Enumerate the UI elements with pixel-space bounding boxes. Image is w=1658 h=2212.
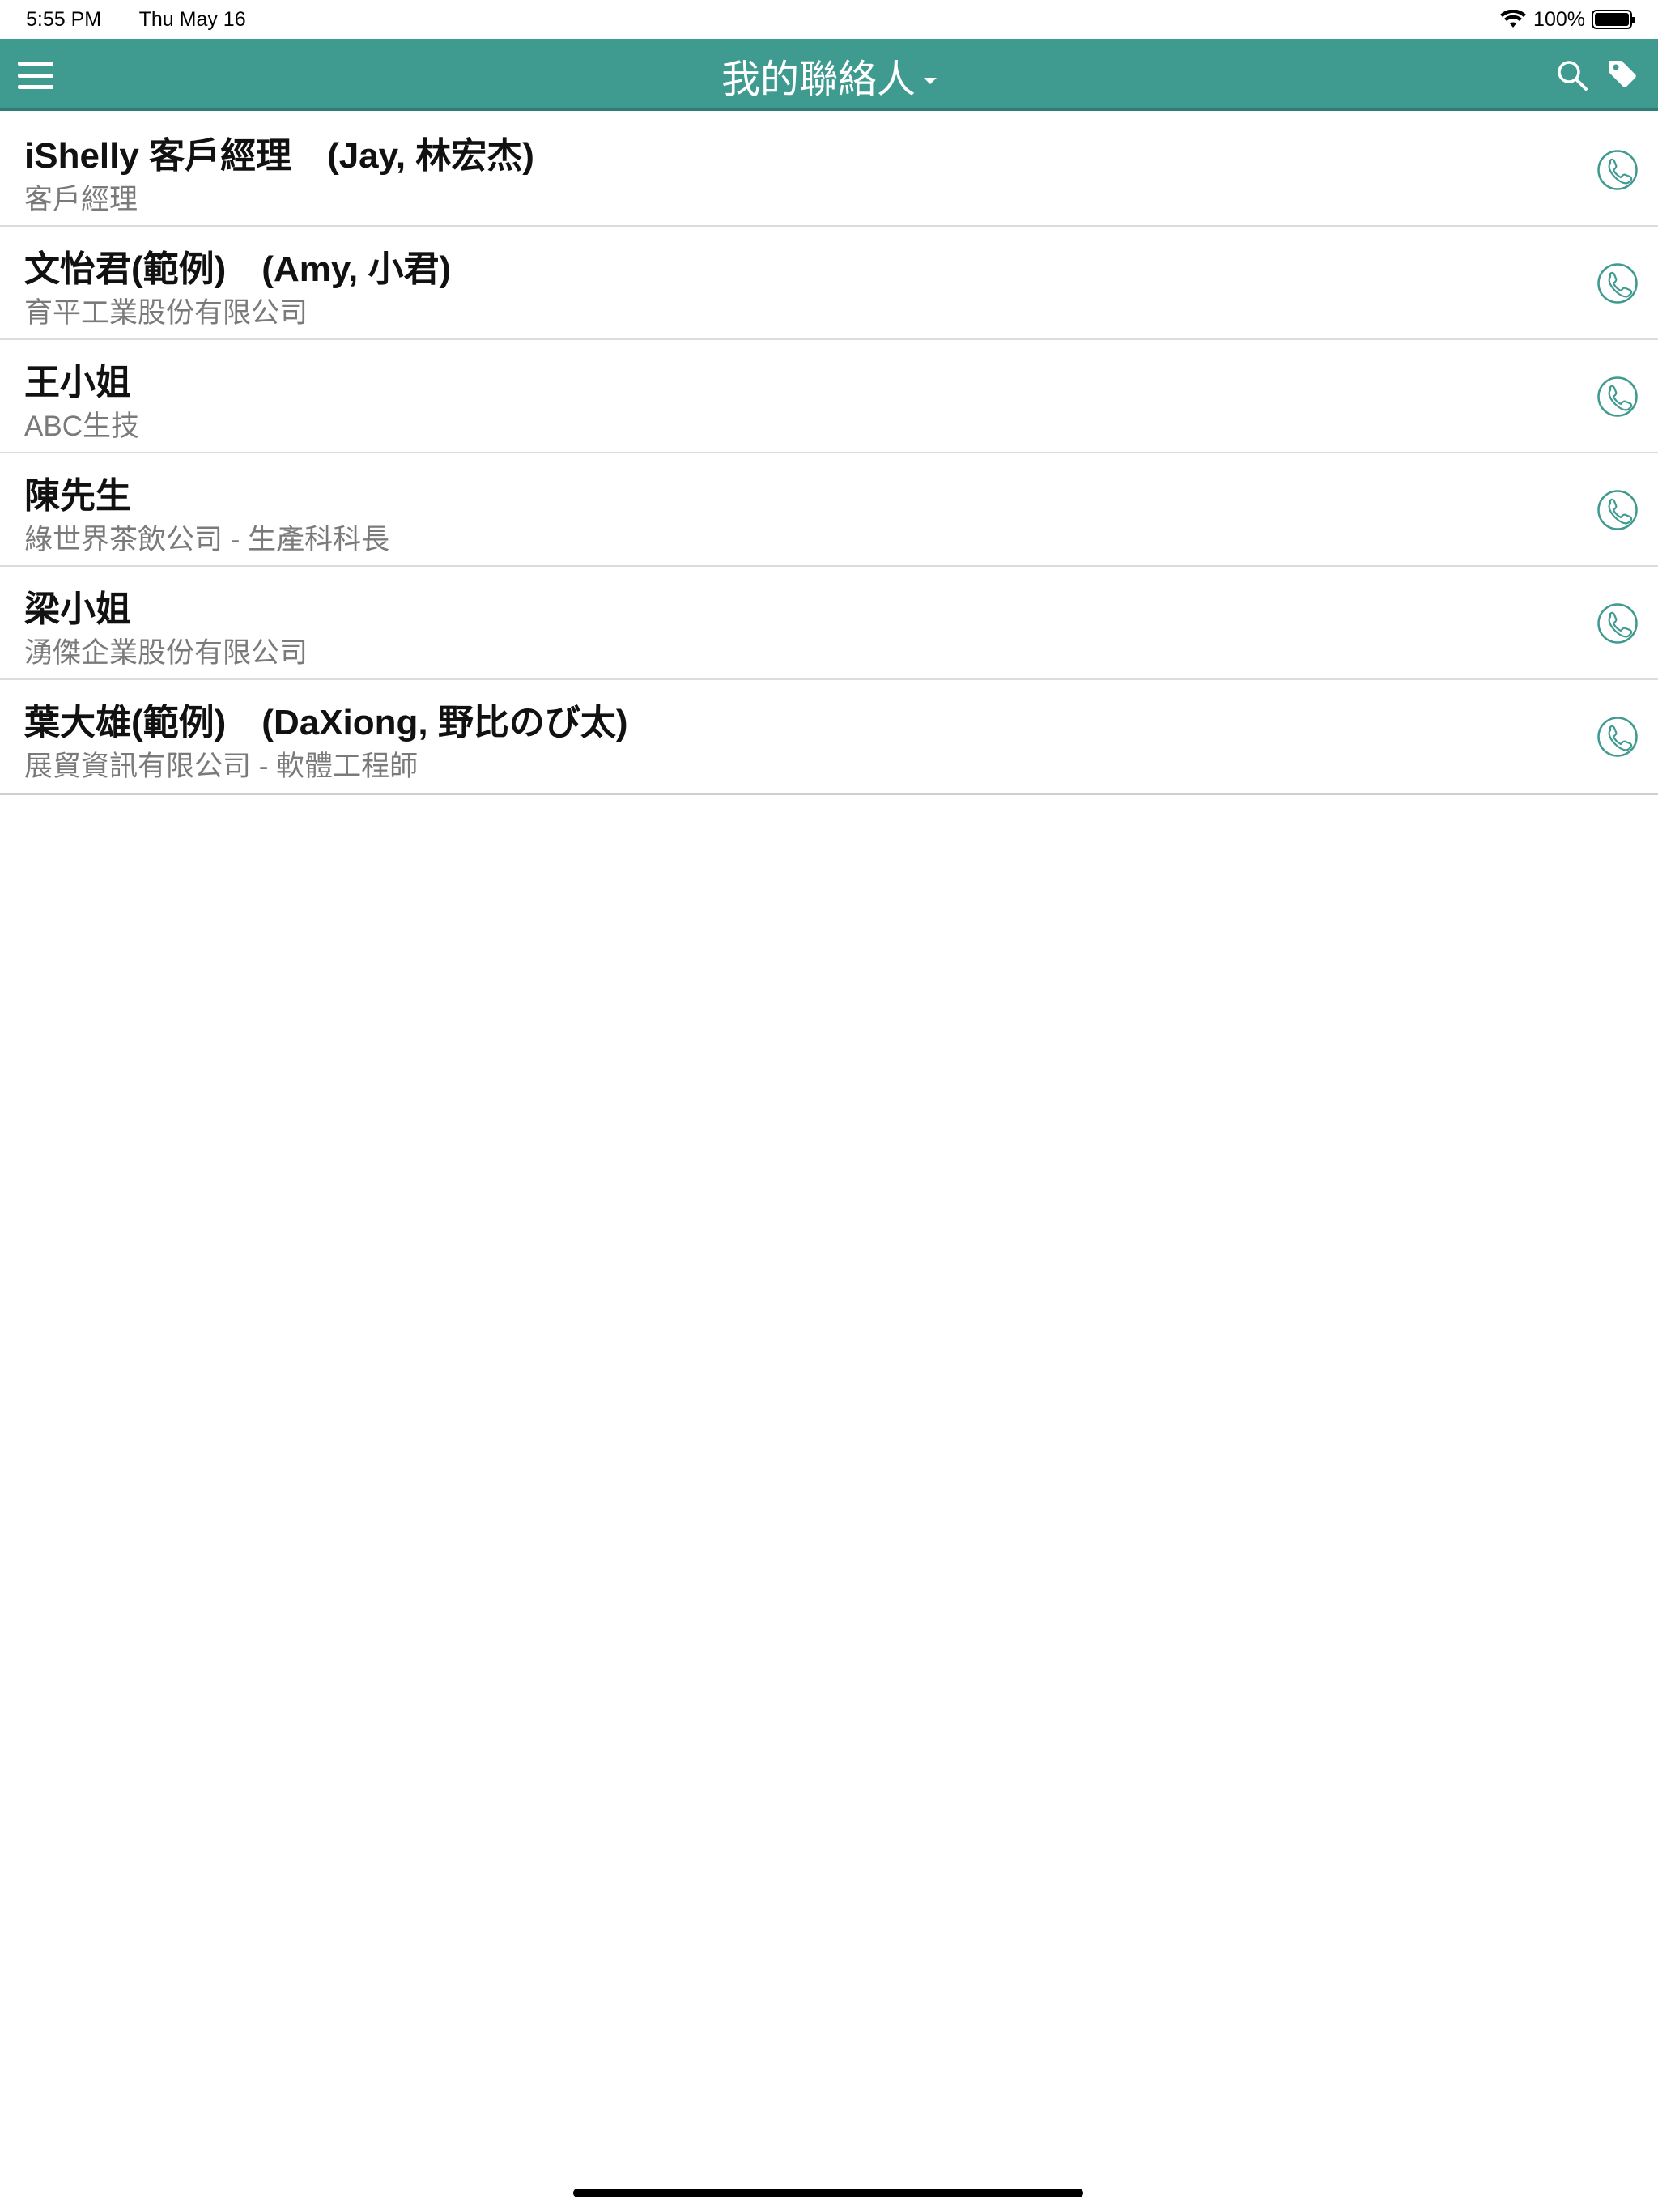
contact-row[interactable]: 陳先生 綠世界茶飲公司 - 生產科科長 — [0, 453, 1658, 567]
contact-subtitle: 育平工業股份有限公司 — [24, 297, 308, 329]
contact-list: iShelly 客戶經理 (Jay, 林宏杰) 客戶經理 文怡君(範例) (Am… — [0, 113, 1658, 795]
caret-down-icon — [924, 77, 937, 84]
contact-name: 王小姐 — [24, 363, 131, 402]
contacts-filter-dropdown[interactable]: 我的聯絡人 — [0, 39, 1658, 111]
contact-row[interactable]: 王小姐 ABC生技 — [0, 340, 1658, 453]
contact-name: 陳先生 — [24, 476, 131, 516]
status-date: Thu May 16 — [138, 7, 246, 31]
home-indicator[interactable] — [573, 2189, 1083, 2197]
phone-call-icon[interactable] — [1596, 149, 1639, 191]
tag-icon[interactable] — [1607, 58, 1638, 89]
contact-row[interactable]: 文怡君(範例) (Amy, 小君) 育平工業股份有限公司 — [0, 227, 1658, 340]
contact-row[interactable]: iShelly 客戶經理 (Jay, 林宏杰) 客戶經理 — [0, 113, 1658, 227]
contact-row[interactable]: 葉大雄(範例) (DaXiong, 野比のび太) 展貿資訊有限公司 - 軟體工程… — [0, 680, 1658, 793]
phone-call-icon[interactable] — [1596, 376, 1639, 418]
status-bar: 5:55 PM Thu May 16 100% — [0, 0, 1658, 39]
top-navbar: 我的聯絡人 — [0, 39, 1658, 111]
contact-name: iShelly 客戶經理 (Jay, 林宏杰) — [24, 136, 534, 176]
contact-name: 文怡君(範例) (Amy, 小君) — [24, 249, 452, 289]
contact-name: 葉大雄(範例) (DaXiong, 野比のび太) — [24, 703, 628, 742]
phone-call-icon[interactable] — [1596, 262, 1639, 304]
search-icon[interactable] — [1555, 58, 1589, 92]
page-title: 我的聯絡人 — [721, 57, 916, 101]
phone-call-icon[interactable] — [1596, 716, 1639, 758]
contact-subtitle: 客戶經理 — [24, 184, 138, 215]
phone-call-icon[interactable] — [1596, 489, 1639, 531]
contact-subtitle: 展貿資訊有限公司 - 軟體工程師 — [24, 751, 419, 782]
status-right: 100% — [1499, 7, 1635, 32]
status-time: 5:55 PM — [26, 7, 102, 31]
contact-row[interactable]: 梁小姐 湧傑企業股份有限公司 — [0, 567, 1658, 680]
contact-subtitle: ABC生技 — [24, 410, 139, 442]
contact-subtitle: 綠世界茶飲公司 - 生產科科長 — [24, 524, 390, 555]
status-left: 5:55 PM Thu May 16 — [26, 8, 278, 32]
battery-percent: 100% — [1533, 7, 1585, 31]
battery-icon — [1592, 10, 1635, 29]
wifi-icon — [1500, 10, 1527, 28]
contact-subtitle: 湧傑企業股份有限公司 — [24, 637, 308, 669]
phone-call-icon[interactable] — [1596, 602, 1639, 644]
contact-name: 梁小姐 — [24, 589, 131, 629]
